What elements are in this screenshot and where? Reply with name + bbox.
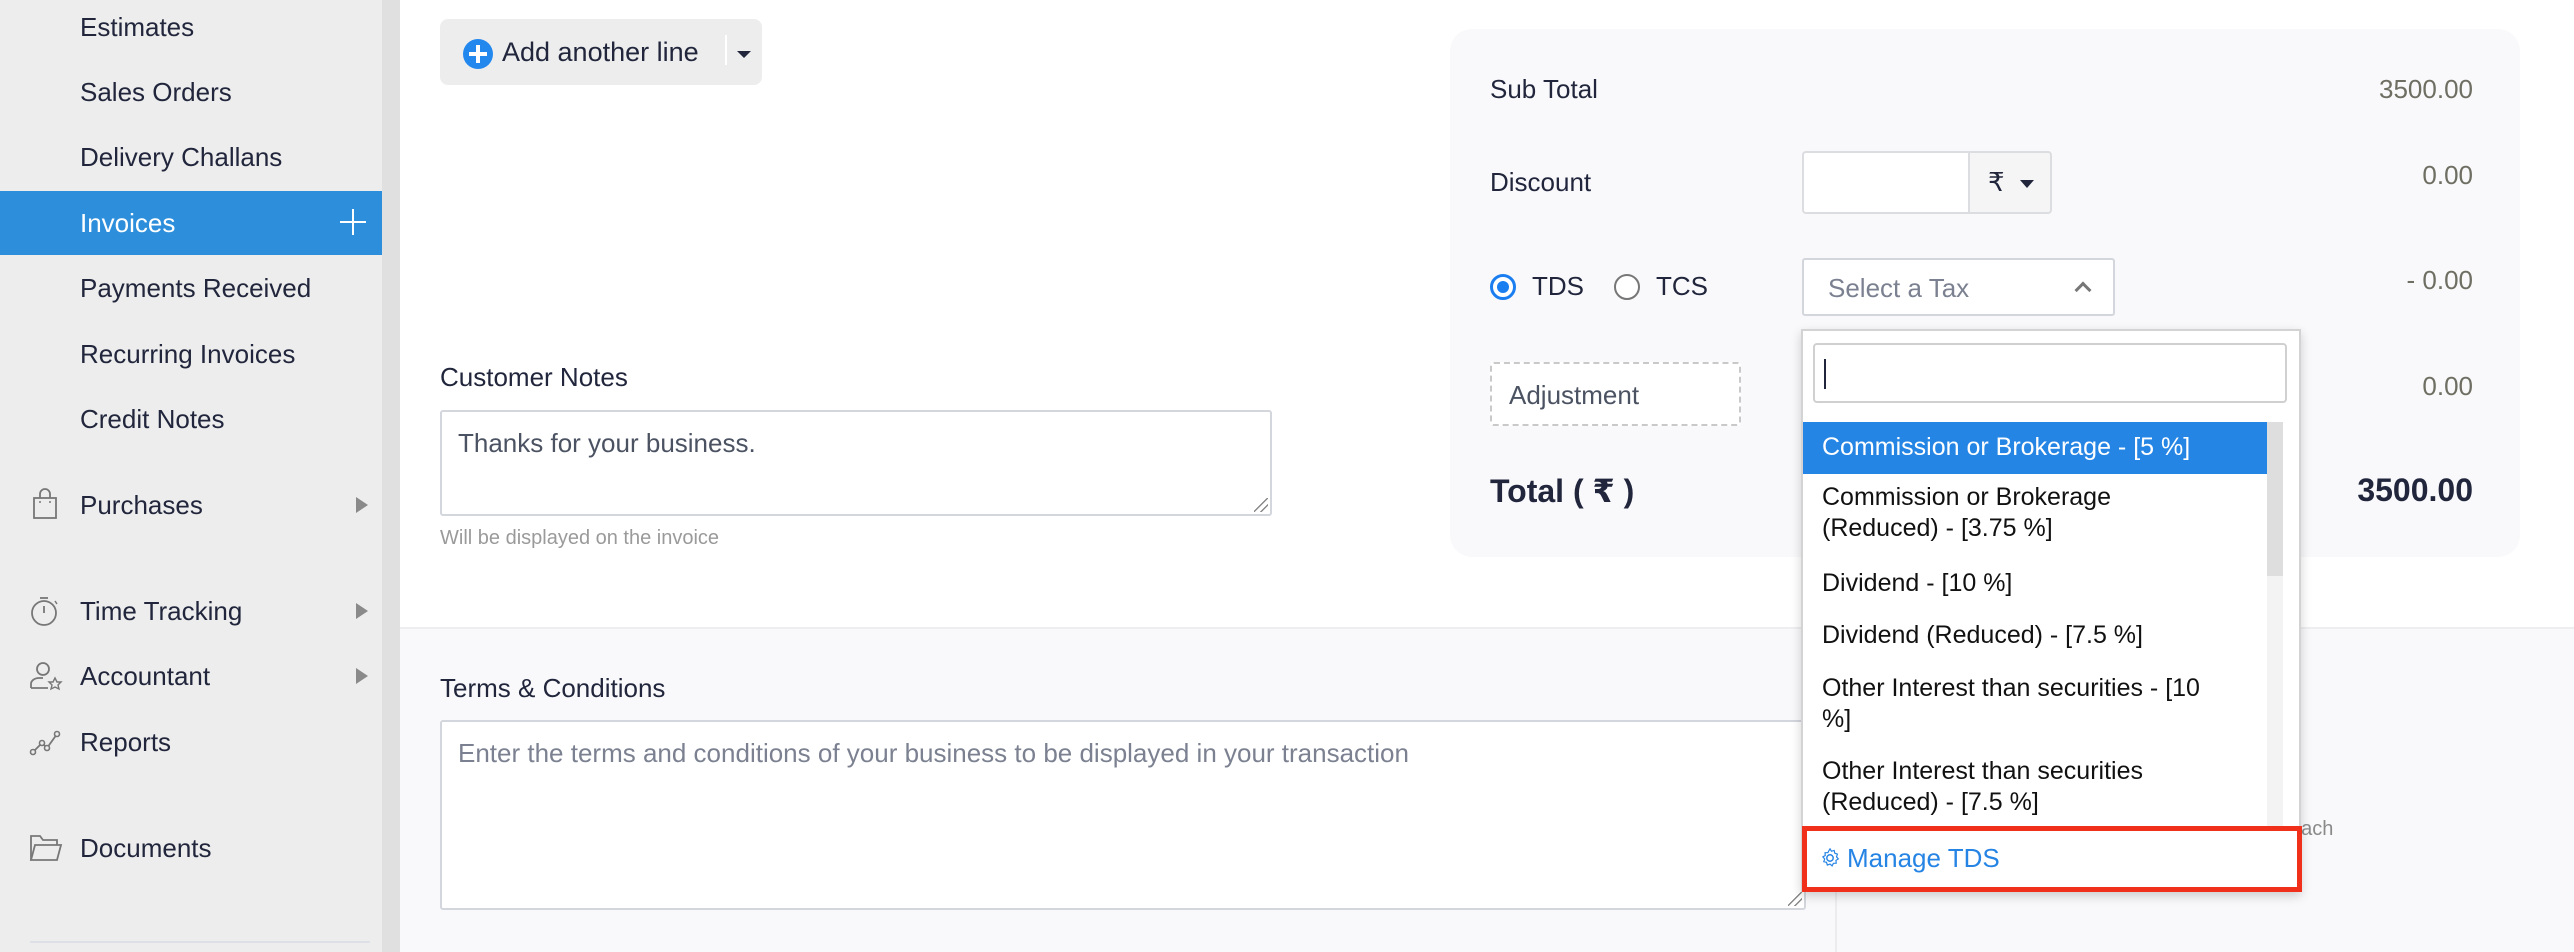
plus-circle-icon xyxy=(463,39,493,69)
manage-tds-button[interactable]: Manage TDS xyxy=(1802,826,2302,892)
tds-radio[interactable] xyxy=(1490,274,1516,300)
resize-handle-icon[interactable] xyxy=(1788,892,1802,906)
sidebar-item-payments-received[interactable]: Payments Received xyxy=(0,256,382,320)
terms-textarea[interactable]: Enter the terms and conditions of your b… xyxy=(440,720,1806,910)
sidebar-item-documents[interactable]: Documents xyxy=(0,816,382,880)
sidebar-item-accountant[interactable]: Accountant xyxy=(0,644,382,708)
manage-tds-label: Manage TDS xyxy=(1847,843,2000,873)
sidebar-item-label: Reports xyxy=(80,726,172,757)
dropdown-scrollbar-thumb[interactable] xyxy=(2267,422,2283,576)
sidebar-item-time-tracking[interactable]: Time Tracking xyxy=(0,579,382,643)
sidebar-item-label: Recurring Invoices xyxy=(80,338,296,369)
terms-placeholder: Enter the terms and conditions of your b… xyxy=(458,738,1409,768)
tds-radio-label: TDS xyxy=(1532,271,1584,301)
button-separator xyxy=(725,35,727,65)
sidebar-item-label: Delivery Challans xyxy=(80,141,283,172)
stopwatch-icon xyxy=(31,597,58,626)
folder-icon xyxy=(29,835,63,861)
sidebar-item-label: Estimates xyxy=(80,11,195,42)
subtotal-label: Sub Total xyxy=(1490,74,1598,104)
total-label: Total ( ₹ ) xyxy=(1490,473,1635,509)
chevron-up-icon xyxy=(2074,281,2092,299)
shopping-bag-icon xyxy=(33,488,57,519)
tax-option[interactable]: Other Interest than securities (Reduced)… xyxy=(1803,756,2267,820)
customer-notes-hint: Will be displayed on the invoice xyxy=(440,527,720,549)
tax-value: - 0.00 xyxy=(2406,265,2474,295)
total-value: 3500.00 xyxy=(2357,472,2473,508)
terms-label: Terms & Conditions xyxy=(440,673,666,703)
sidebar-item-label: Accountant xyxy=(80,660,211,691)
tax-option[interactable]: Dividend (Reduced) - [7.5 %] xyxy=(1803,620,2267,654)
sidebar-divider xyxy=(30,941,370,943)
customer-notes-label: Customer Notes xyxy=(440,362,628,392)
text-cursor xyxy=(1824,359,1826,389)
adjustment-value: 0.00 xyxy=(2422,371,2473,401)
sidebar-item-invoices[interactable]: Invoices xyxy=(0,191,382,255)
tax-option[interactable]: Commission or Brokerage (Reduced) - [3.7… xyxy=(1803,482,2267,546)
sidebar-item-label: Purchases xyxy=(80,489,203,520)
sidebar-item-label: Payments Received xyxy=(80,272,312,303)
tax-option[interactable]: Other Interest than securities - [10 %] xyxy=(1803,673,2267,737)
subtotal-value: 3500.00 xyxy=(2379,74,2473,104)
sidebar-item-label: Documents xyxy=(80,832,212,863)
sidebar: Estimates Sales Orders Delivery Challans… xyxy=(0,0,382,952)
sidebar-scrollbar[interactable] xyxy=(382,0,400,952)
customer-notes-textarea[interactable]: Thanks for your business. xyxy=(440,410,1272,516)
tax-search-input[interactable] xyxy=(1813,343,2287,403)
sidebar-item-delivery-challans[interactable]: Delivery Challans xyxy=(0,125,382,189)
chevron-right-icon xyxy=(356,668,368,684)
tcs-radio-label: TCS xyxy=(1656,271,1708,301)
add-another-line-label: Add another line xyxy=(502,36,699,67)
sidebar-item-label: Credit Notes xyxy=(80,403,225,434)
sidebar-item-purchases[interactable]: Purchases xyxy=(0,473,382,537)
chevron-right-icon xyxy=(356,497,368,513)
sidebar-item-estimates[interactable]: Estimates xyxy=(0,0,382,59)
sidebar-item-credit-notes[interactable]: Credit Notes xyxy=(0,387,382,451)
sidebar-item-label: Time Tracking xyxy=(80,595,243,626)
accountant-icon xyxy=(30,662,63,691)
discount-type-dropdown[interactable]: ₹ xyxy=(1968,151,2052,214)
tax-option[interactable]: Commission or Brokerage - [5 %] xyxy=(1803,422,2267,474)
sidebar-item-label: Sales Orders xyxy=(80,76,232,107)
chart-line-icon xyxy=(29,730,61,756)
discount-input[interactable] xyxy=(1802,151,1969,214)
sidebar-item-recurring-invoices[interactable]: Recurring Invoices xyxy=(0,322,382,386)
caret-down-icon xyxy=(2020,180,2034,188)
adjustment-label: Adjustment xyxy=(1509,380,1640,410)
add-invoice-plus-icon[interactable] xyxy=(334,203,372,241)
tcs-radio[interactable] xyxy=(1614,274,1640,300)
discount-label: Discount xyxy=(1490,167,1592,197)
gear-icon xyxy=(1821,847,1840,867)
sidebar-item-sales-orders[interactable]: Sales Orders xyxy=(0,60,382,124)
chevron-right-icon xyxy=(356,603,368,619)
tax-options-list: Commission or Brokerage - [5 %] Commissi… xyxy=(1803,422,2267,826)
resize-handle-icon[interactable] xyxy=(1254,498,1268,512)
tax-dropdown-menu: Commission or Brokerage - [5 %] Commissi… xyxy=(1801,329,2302,892)
rupee-symbol: ₹ xyxy=(1988,167,2005,197)
adjustment-input[interactable]: Adjustment xyxy=(1490,362,1741,426)
caret-down-icon[interactable] xyxy=(737,51,751,58)
discount-value: 0.00 xyxy=(2422,160,2473,190)
tax-option[interactable]: Dividend - [10 %] xyxy=(1803,568,2267,602)
sidebar-item-label: Invoices xyxy=(80,207,176,238)
select-tax-dropdown[interactable]: Select a Tax xyxy=(1802,258,2115,316)
add-another-line-button[interactable]: Add another line xyxy=(440,19,762,85)
sidebar-item-reports[interactable]: Reports xyxy=(0,710,382,774)
select-tax-placeholder: Select a Tax xyxy=(1828,273,1970,303)
customer-notes-value: Thanks for your business. xyxy=(458,428,756,458)
